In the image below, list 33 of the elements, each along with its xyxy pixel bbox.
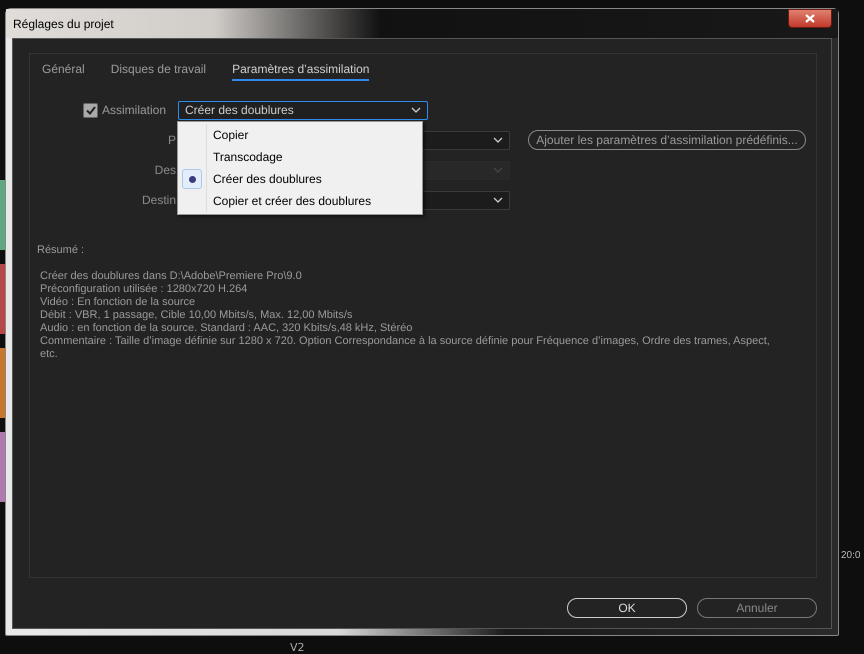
menu-item[interactable]: Copier — [178, 124, 422, 146]
track-label: V2 — [290, 641, 305, 654]
summary-title: Résumé : — [37, 244, 86, 256]
summary-line: Créer des doublures dans D:\Adobe\Premiere Pro\9.0 — [40, 270, 303, 283]
chevron-down-icon — [411, 107, 421, 113]
tab[interactable]: Disques de travail — [110, 60, 206, 81]
close-button[interactable] — [788, 9, 832, 28]
menu-item[interactable]: Copier et créer des doublures — [178, 190, 422, 212]
field-label: Destin — [140, 193, 176, 207]
field-label: Des — [154, 163, 176, 177]
dialog-button[interactable]: Annuler — [697, 598, 817, 618]
summary-line: Débit : VBR, 1 passage, Cible 10,00 Mbits/s, Max. 12,00 Mbits/s — [40, 309, 354, 322]
check-icon — [86, 106, 96, 114]
menu-item[interactable]: Transcodage — [178, 146, 422, 168]
tab[interactable]: Paramètres d’assimilation — [232, 60, 370, 81]
summary-line: Préconfiguration utilisée : 1280x720 H.264 — [40, 283, 248, 296]
tab[interactable]: Général — [42, 60, 85, 81]
close-icon — [805, 14, 815, 23]
window-title: Réglages du projet — [13, 16, 114, 30]
chevron-down-icon — [493, 197, 503, 203]
ingest-dropdown[interactable]: Créer des doublures — [178, 100, 428, 120]
chevron-down-icon — [493, 167, 503, 173]
dialog-button[interactable]: OK — [567, 598, 687, 618]
add-preset-button[interactable]: Ajouter les paramètres d’assimilation prédéfinis... — [528, 130, 806, 150]
summary-line: Commentaire : Taille d’image définie sur 1280 x 720. Option Correspondance à la source définie pour Fréquence d’images, Ordre des trames, Aspect, etc. — [40, 335, 771, 361]
chevron-down-icon — [493, 137, 503, 143]
timecode: 20:0 — [841, 550, 860, 561]
summary-line: Vidéo : En fonction de la source — [40, 296, 196, 309]
summary-line: Audio : en fonction de la source. Standard : AAC, 320 Kbits/s,48 kHz, Stéréo — [40, 322, 414, 335]
checkbox[interactable] — [83, 102, 98, 118]
menu-item[interactable]: Créer des doublures — [178, 168, 422, 190]
field-label: P — [166, 133, 176, 147]
checkbox-label: Assimilation — [102, 103, 166, 117]
